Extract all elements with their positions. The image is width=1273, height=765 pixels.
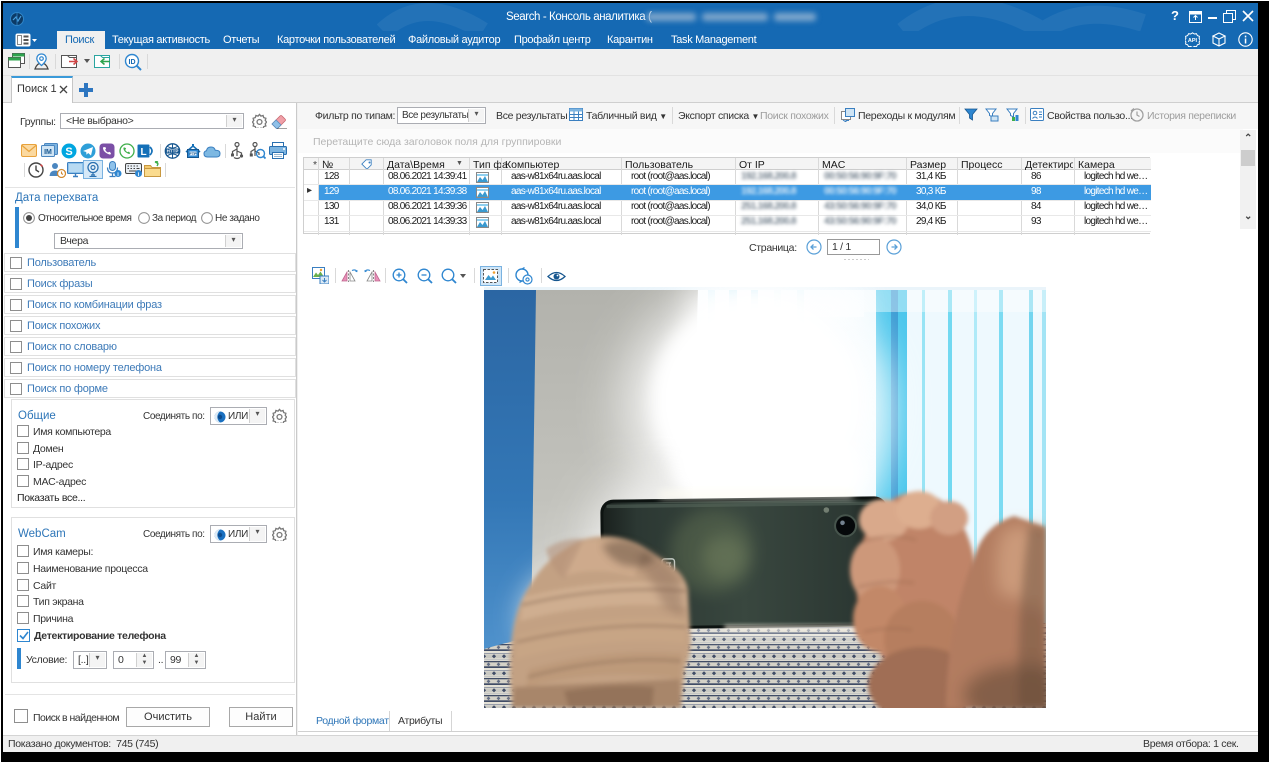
svg-text:IM: IM [44,149,52,156]
svg-text:S: S [65,146,72,158]
svg-text:ID: ID [129,59,136,66]
svg-text:API: API [1188,38,1198,44]
svg-text:FTP: FTP [189,152,197,156]
svg-text:L: L [140,147,146,158]
svg-text:HTTP: HTTP [167,149,179,154]
